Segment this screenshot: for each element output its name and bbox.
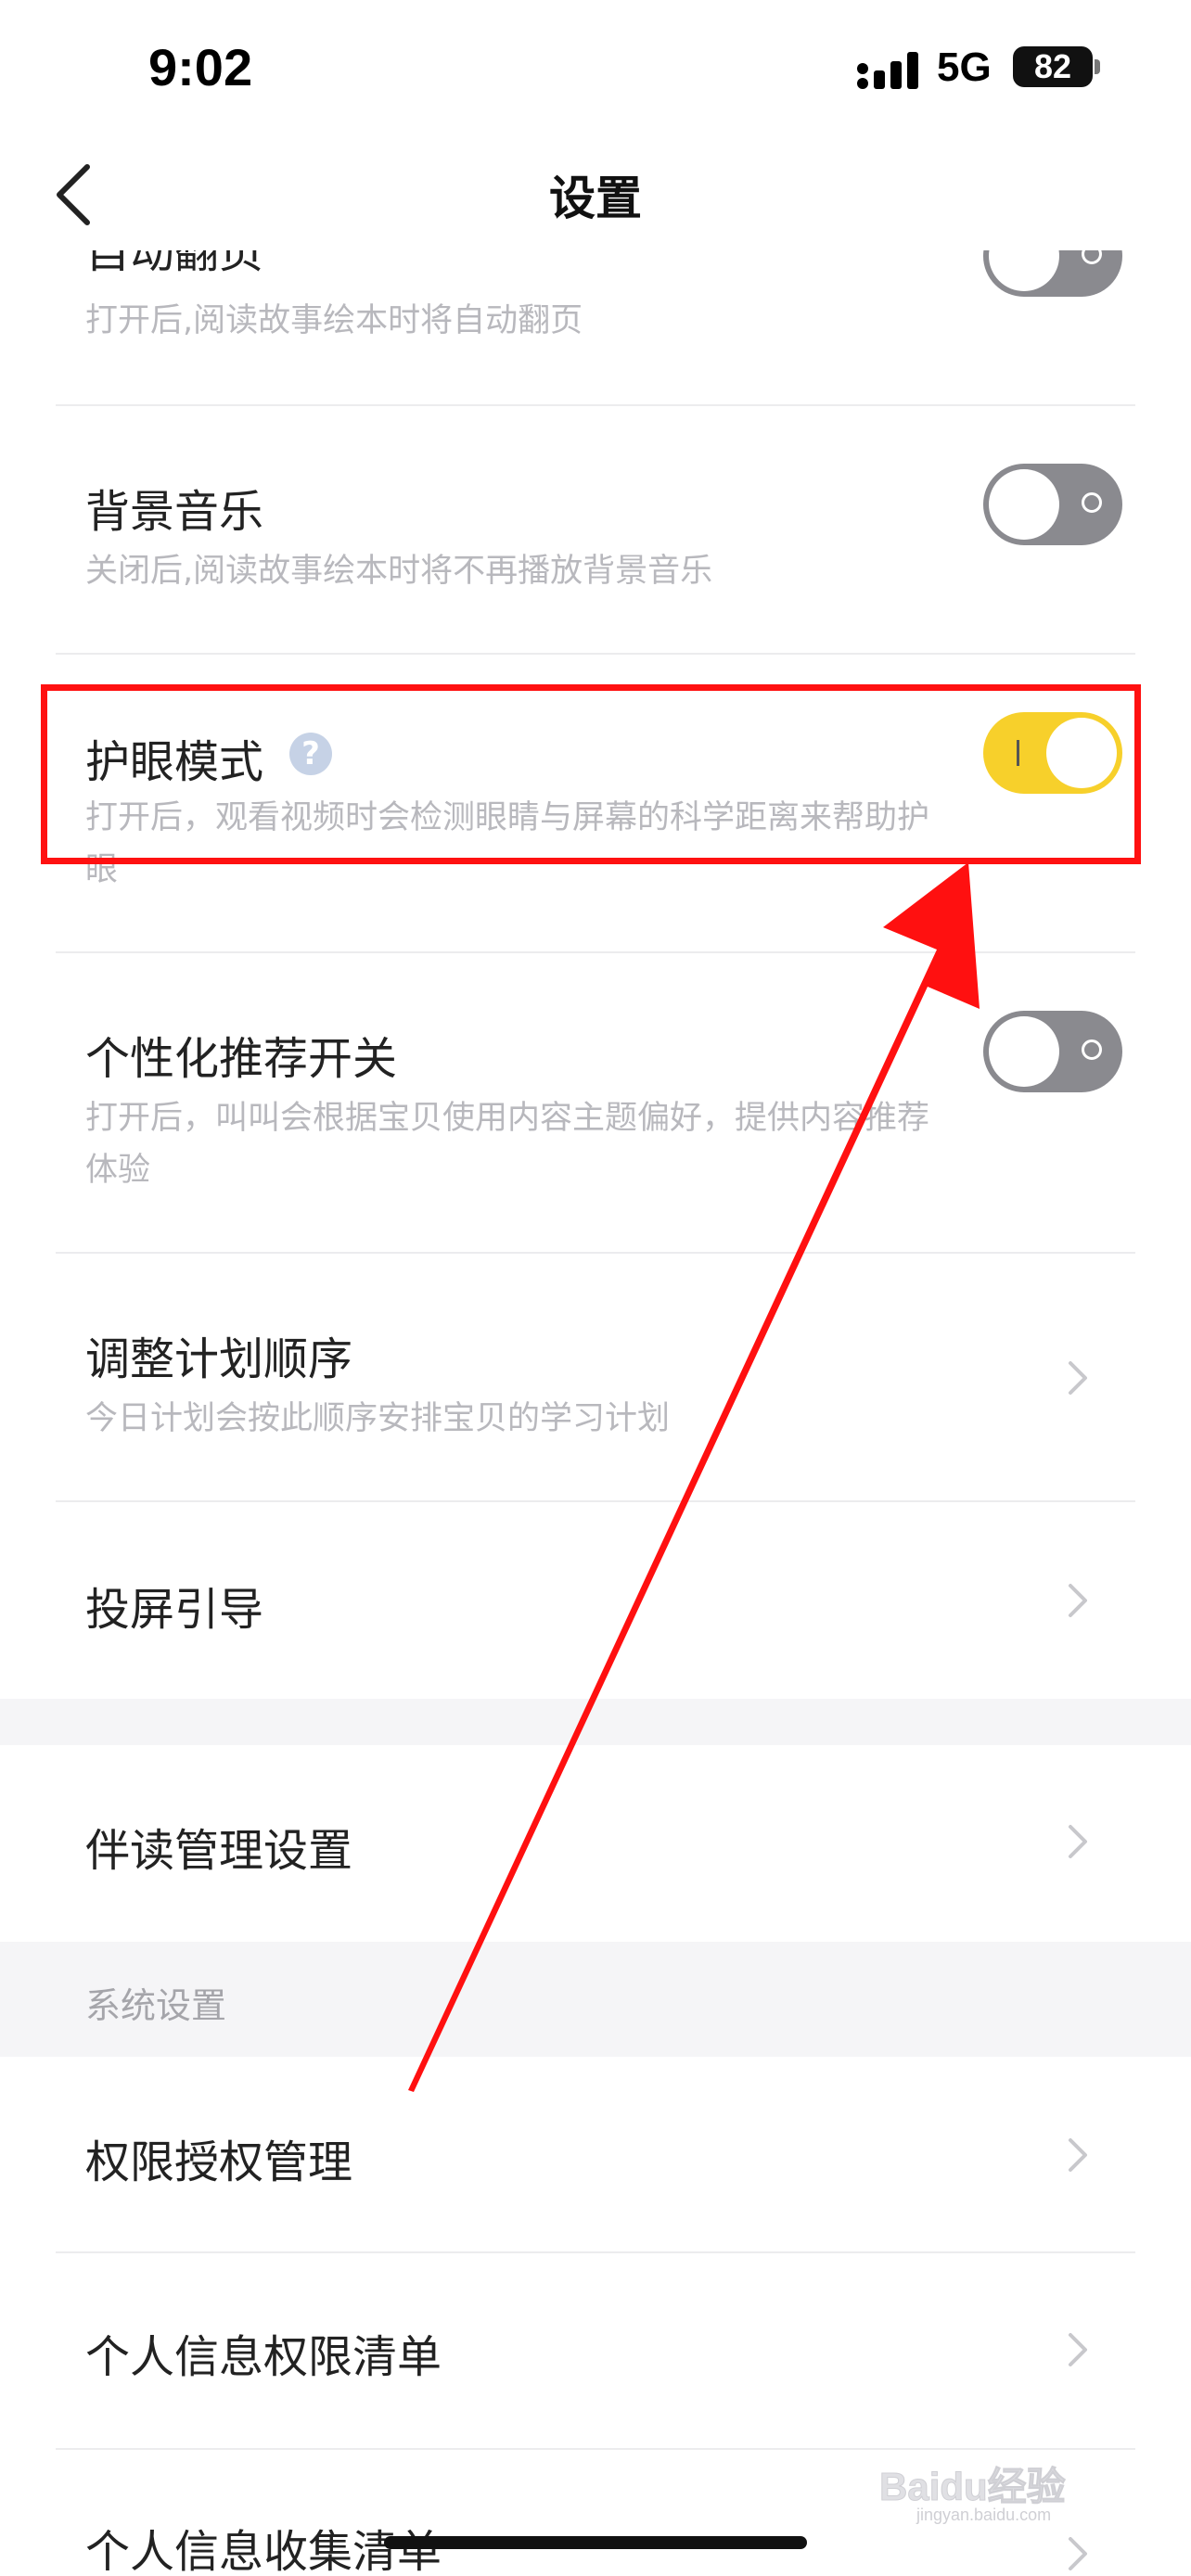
home-indicator — [384, 2536, 807, 2549]
setting-title: 背景音乐 — [85, 486, 264, 538]
status-time: 9:02 — [148, 38, 253, 96]
setting-title: 自动翻页 — [85, 250, 264, 278]
chevron-right-icon — [1069, 1825, 1087, 1858]
setting-desc: 打开后,阅读故事绘本时将自动翻页 — [85, 302, 583, 339]
setting-personal-info-permissions[interactable]: 个人信息权限清单 — [0, 2253, 1191, 2448]
svg-text:jingyan.baidu.com: jingyan.baidu.com — [916, 2506, 1051, 2524]
toggle-off-mark — [1082, 1039, 1102, 1060]
section-header-system: 系统设置 — [0, 1942, 1191, 2057]
setting-personalized: 个性化推荐开关 打开后，叫叫会根据宝贝使用内容主题偏好，提供内容推荐体验 — [0, 953, 1191, 1252]
setting-cast-guide[interactable]: 投屏引导 — [0, 1502, 1191, 1699]
chevron-right-icon — [1069, 1584, 1087, 1617]
setting-plan-order[interactable]: 调整计划顺序 今日计划会按此顺序安排宝贝的学习计划 — [0, 1254, 1191, 1500]
battery-icon: 82 — [1013, 46, 1093, 87]
setting-title: 伴读管理设置 — [85, 1825, 353, 1877]
setting-desc: 打开后，叫叫会根据宝贝使用内容主题偏好，提供内容推荐体验 — [85, 1100, 930, 1189]
nav-bar: 设置 — [0, 139, 1191, 250]
chevron-right-icon — [1069, 1361, 1087, 1395]
setting-companion[interactable]: 伴读管理设置 — [0, 1745, 1191, 1942]
network-type: 5G — [937, 45, 992, 90]
toggle-off-mark — [1082, 492, 1102, 513]
setting-desc: 关闭后,阅读故事绘本时将不再播放背景音乐 — [85, 553, 713, 590]
chevron-right-icon — [1069, 2138, 1087, 2172]
status-bar: 9:02 5G 82 — [0, 0, 1191, 139]
setting-permissions[interactable]: 权限授权管理 — [0, 2057, 1191, 2251]
auto-page-toggle[interactable] — [983, 250, 1122, 297]
personalized-toggle[interactable] — [983, 1011, 1122, 1092]
setting-auto-page: 自动翻页 打开后,阅读故事绘本时将自动翻页 — [0, 250, 1191, 404]
page-title: 设置 — [549, 172, 642, 225]
setting-desc: 今日计划会按此顺序安排宝贝的学习计划 — [85, 1400, 671, 1437]
setting-title: 个人信息权限清单 — [85, 2331, 442, 2383]
bg-music-toggle[interactable] — [983, 464, 1122, 545]
setting-bg-music: 背景音乐 关闭后,阅读故事绘本时将不再播放背景音乐 — [0, 406, 1191, 653]
baidu-watermark-logo: Baidu经验 jingyan.baidu.com — [879, 2465, 1066, 2525]
section-gap — [0, 1699, 1191, 1745]
setting-title: 权限授权管理 — [85, 2136, 353, 2188]
svg-text:Baidu经验: Baidu经验 — [879, 2465, 1066, 2508]
setting-title: 个性化推荐开关 — [85, 1033, 398, 1085]
setting-title: 调整计划顺序 — [85, 1333, 353, 1385]
setting-title: 投屏引导 — [85, 1584, 264, 1636]
highlight-box — [41, 684, 1141, 864]
section-label: 系统设置 — [85, 1985, 227, 2026]
signal-icon — [857, 52, 918, 89]
toggle-knob — [989, 250, 1059, 291]
toggle-knob — [989, 469, 1059, 540]
toggle-knob — [989, 1016, 1059, 1087]
toggle-off-mark — [1082, 250, 1102, 264]
battery-cap — [1095, 59, 1100, 74]
chevron-right-icon — [1069, 2333, 1087, 2366]
chevron-right-icon — [1069, 2537, 1087, 2570]
